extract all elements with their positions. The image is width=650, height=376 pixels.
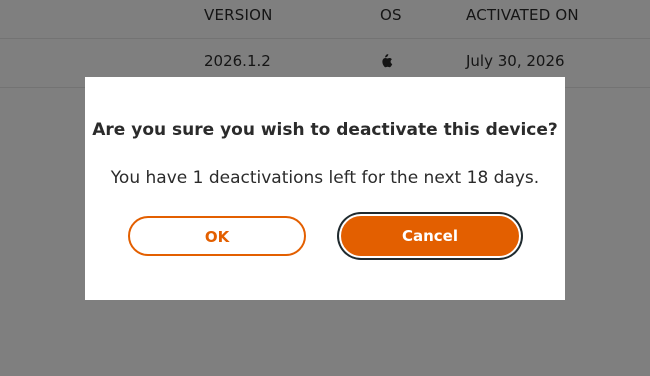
cancel-button[interactable]: Cancel	[341, 216, 519, 256]
dialog-message: You have 1 deactivations left for the ne…	[110, 168, 540, 188]
ok-button[interactable]: OK	[128, 216, 306, 256]
dialog-title: Are you sure you wish to deactivate this…	[92, 120, 558, 140]
deactivate-device-dialog: Are you sure you wish to deactivate this…	[85, 77, 565, 300]
